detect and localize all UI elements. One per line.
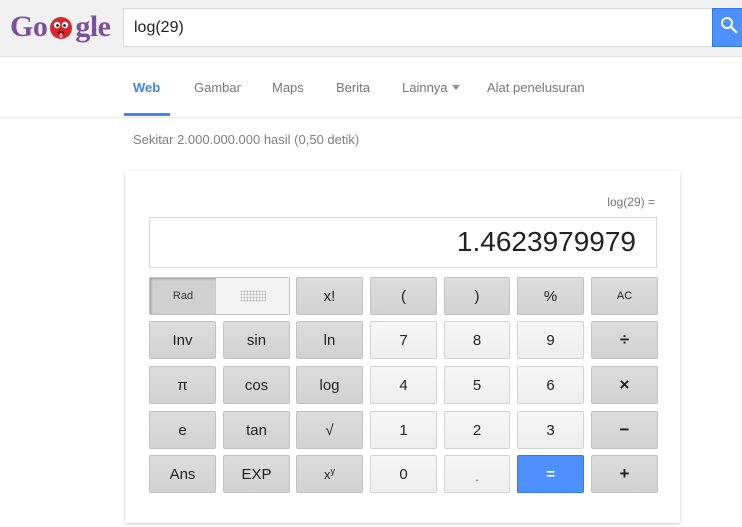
ln-key[interactable]: ln <box>296 321 363 359</box>
inverse-key[interactable]: Inv <box>149 321 216 359</box>
search-icon <box>720 16 738 39</box>
active-tab-indicator <box>124 113 170 116</box>
tab-more-label: Lainnya <box>402 80 448 95</box>
left-paren-key[interactable]: ( <box>370 277 437 315</box>
digit-2-key[interactable]: 2 <box>444 411 510 449</box>
decimal-point-key[interactable]: . <box>444 455 510 493</box>
tab-maps[interactable]: Maps <box>272 80 304 95</box>
pi-key[interactable]: π <box>149 366 216 404</box>
log-key[interactable]: log <box>296 366 363 404</box>
deg-placeholder-icon <box>239 290 266 302</box>
search-box[interactable] <box>123 8 713 47</box>
tan-key[interactable]: tan <box>223 411 290 449</box>
plus-key[interactable]: + <box>591 455 658 493</box>
search-button[interactable] <box>712 8 742 47</box>
tab-images[interactable]: Gambar <box>194 80 241 95</box>
caret-down-icon <box>451 85 460 90</box>
all-clear-key[interactable]: AC <box>591 277 658 315</box>
exponent-key[interactable]: EXP <box>223 455 290 493</box>
angle-mode-toggle[interactable]: Rad <box>149 277 290 315</box>
deg-button[interactable] <box>216 278 289 314</box>
minus-key[interactable]: − <box>591 411 658 449</box>
digit-8-key[interactable]: 8 <box>444 321 510 359</box>
calculator-result: 1.4623979979 <box>456 226 636 257</box>
power-key[interactable]: xy <box>296 455 363 493</box>
search-input[interactable] <box>124 9 713 46</box>
tab-search-tools[interactable]: Alat penelusuran <box>487 80 585 95</box>
digit-5-key[interactable]: 5 <box>444 366 510 404</box>
right-paren-key[interactable]: ) <box>444 277 510 315</box>
tab-news[interactable]: Berita <box>336 80 370 95</box>
answer-key[interactable]: Ans <box>149 455 216 493</box>
tab-web[interactable]: Web <box>133 80 160 95</box>
power-exponent-label: y <box>330 466 336 476</box>
cos-key[interactable]: cos <box>223 366 290 404</box>
multiply-key[interactable]: × <box>591 366 658 404</box>
doodle-mascot-icon <box>48 14 74 40</box>
header-bar: Go gle <box>0 0 742 57</box>
rad-button[interactable]: Rad <box>150 278 216 314</box>
factorial-key[interactable]: x! <box>296 277 363 315</box>
result-stats: Sekitar 2.000.000.000 hasil (0,50 detik) <box>133 132 360 147</box>
google-logo[interactable]: Go gle <box>10 9 111 45</box>
search-tabs: Web Gambar Maps Berita Lainnya Alat pene… <box>0 57 742 118</box>
digit-3-key[interactable]: 3 <box>517 411 584 449</box>
digit-0-key[interactable]: 0 <box>370 455 437 493</box>
tab-more[interactable]: Lainnya <box>402 80 460 95</box>
divide-key[interactable]: ÷ <box>591 321 658 359</box>
digit-4-key[interactable]: 4 <box>370 366 437 404</box>
square-root-key[interactable]: √ <box>296 411 363 449</box>
euler-e-key[interactable]: e <box>149 411 216 449</box>
calculator-expression: log(29) = <box>607 195 655 209</box>
equals-key[interactable]: = <box>517 455 584 493</box>
digit-7-key[interactable]: 7 <box>370 321 437 359</box>
calculator-display: 1.4623979979 <box>149 217 657 268</box>
calculator-card: log(29) = 1.4623979979 Rad x! ( ) % AC I… <box>125 171 680 523</box>
digit-1-key[interactable]: 1 <box>370 411 437 449</box>
digit-6-key[interactable]: 6 <box>517 366 584 404</box>
digit-9-key[interactable]: 9 <box>517 321 584 359</box>
percent-key[interactable]: % <box>517 277 584 315</box>
sin-key[interactable]: sin <box>223 321 290 359</box>
